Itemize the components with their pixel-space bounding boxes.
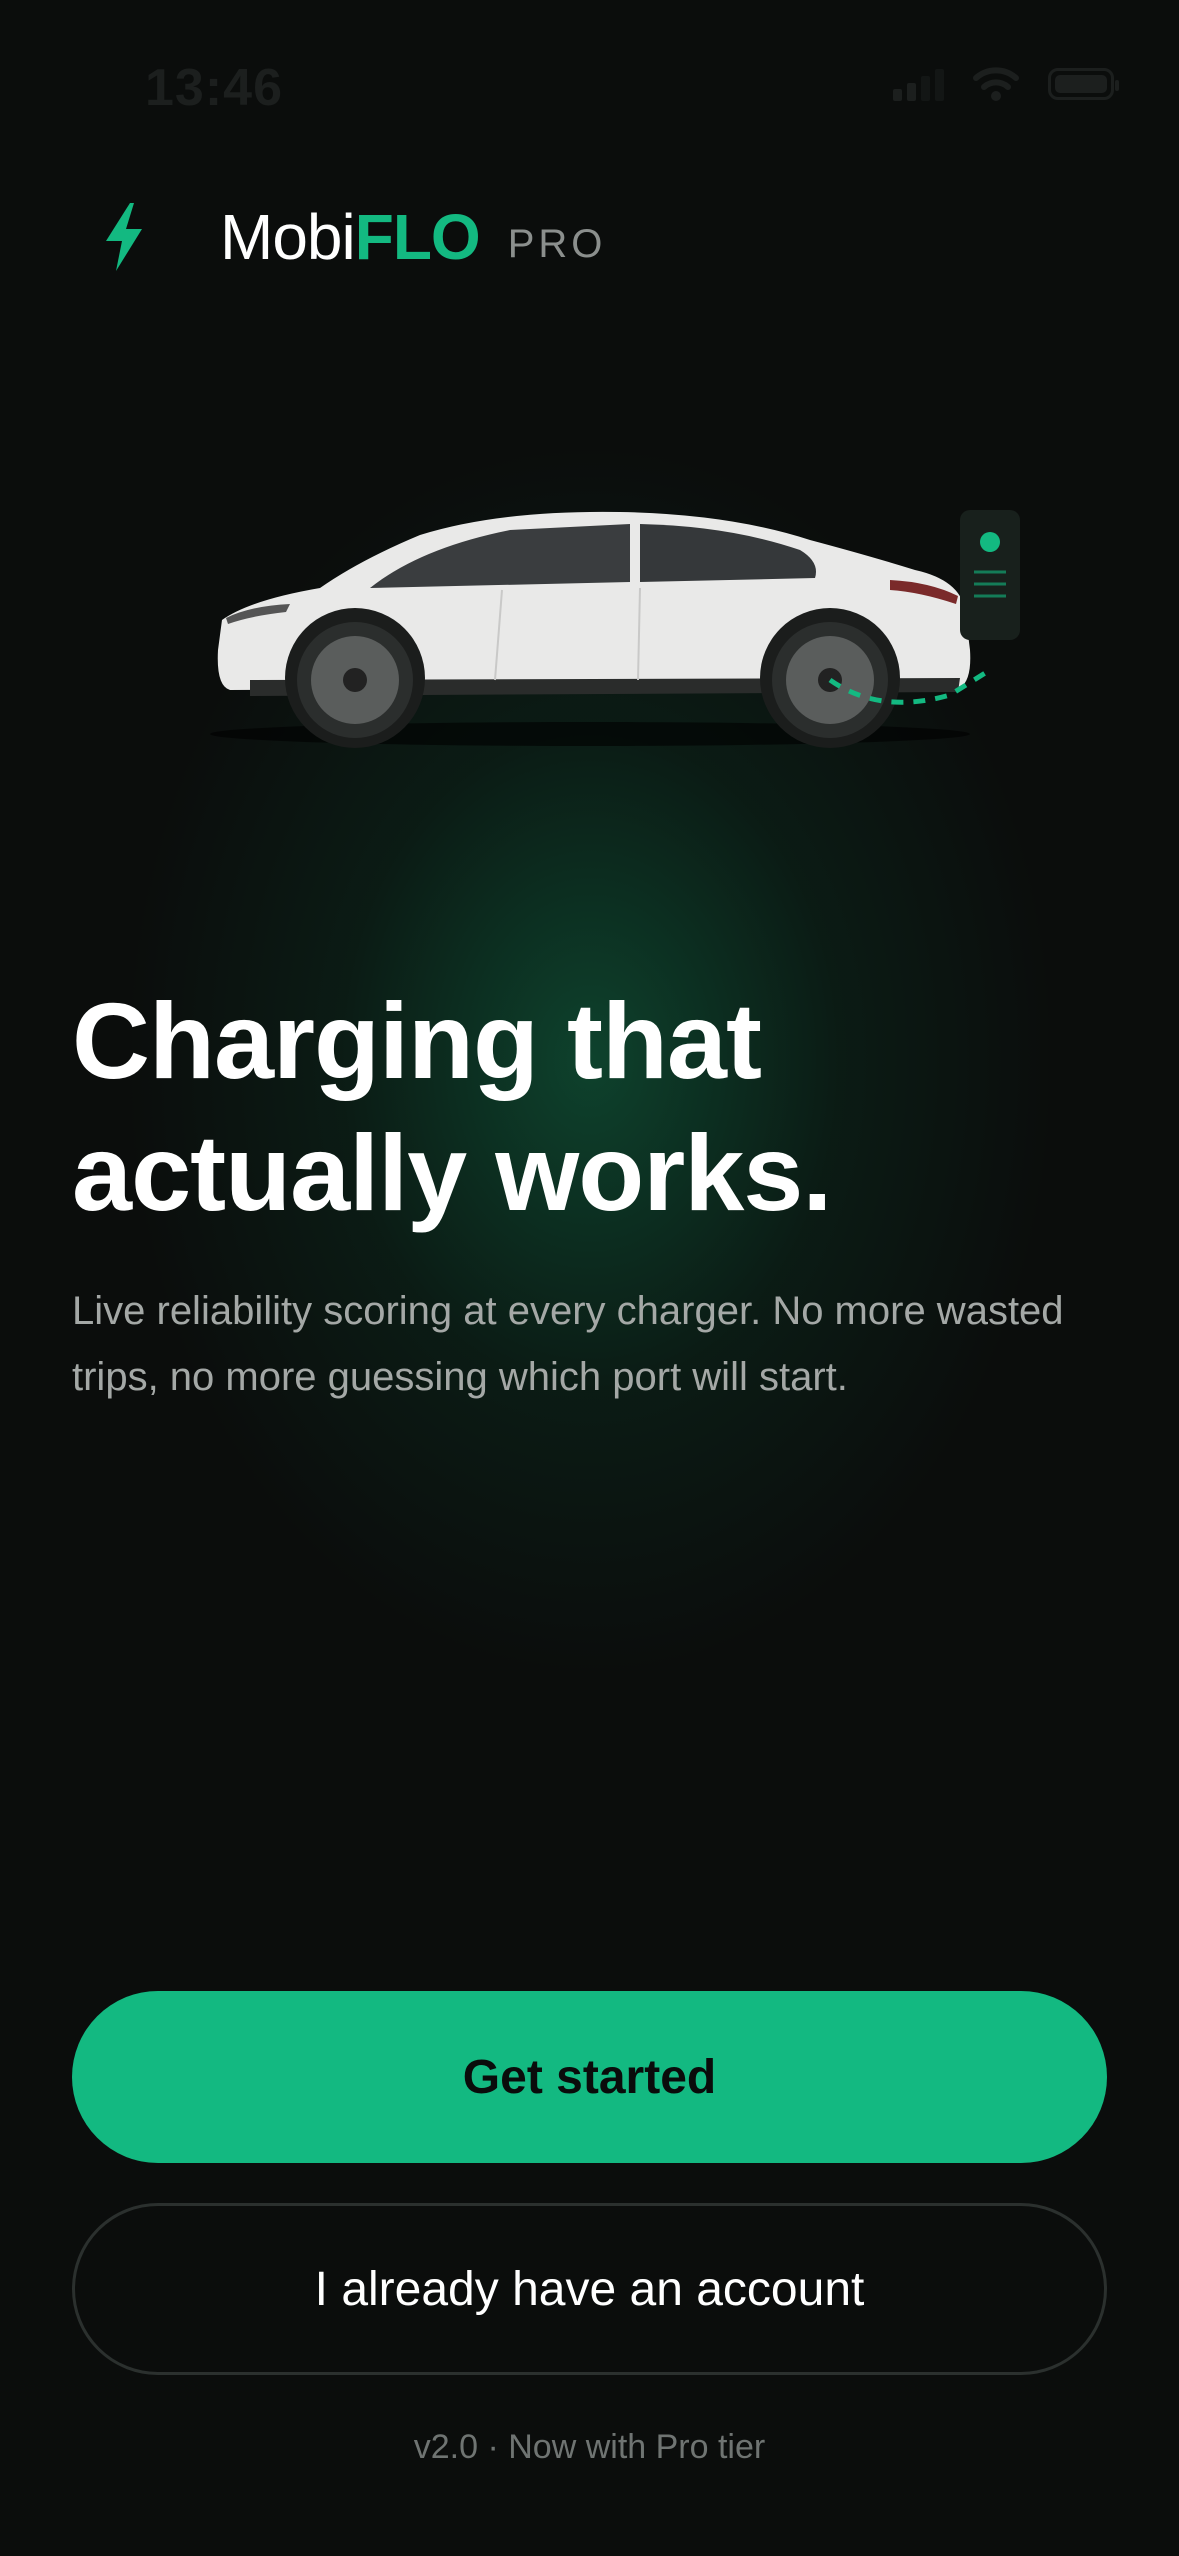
- brand-name: MobiFLO: [220, 200, 481, 274]
- wifi-icon: [973, 67, 1019, 101]
- version-text: v2.0 · Now with Pro tier: [413, 2428, 766, 2466]
- hero-headline: Charging that actually works.: [72, 975, 1112, 1239]
- status-time: 13:46: [145, 59, 283, 117]
- sign-in-label: I already have an account: [314, 2262, 865, 2316]
- get-started-button[interactable]: Get started: [72, 1991, 1107, 2163]
- hero-headline-line1: Charging that: [72, 980, 762, 1101]
- status-icons: [893, 66, 1119, 102]
- brand-name-plain: Mobi: [220, 201, 356, 273]
- charger-icon: [960, 510, 1020, 640]
- status-bar: 13:46: [0, 0, 1179, 170]
- car-illustration: [210, 510, 1020, 748]
- brand-name-accent: FLO: [354, 201, 481, 273]
- brand-header: MobiFLO PRO: [100, 200, 606, 274]
- battery-icon: [1048, 68, 1119, 100]
- get-started-label: Get started: [462, 2050, 717, 2104]
- bolt-icon: [106, 203, 142, 271]
- sign-in-button[interactable]: I already have an account: [72, 2203, 1107, 2375]
- signal-icon: [893, 67, 944, 101]
- brand-tier: PRO: [507, 221, 607, 266]
- hero-headline-line2: actually works.: [72, 1112, 832, 1233]
- hero-subtitle: Live reliability scoring at every charge…: [72, 1289, 1064, 1399]
